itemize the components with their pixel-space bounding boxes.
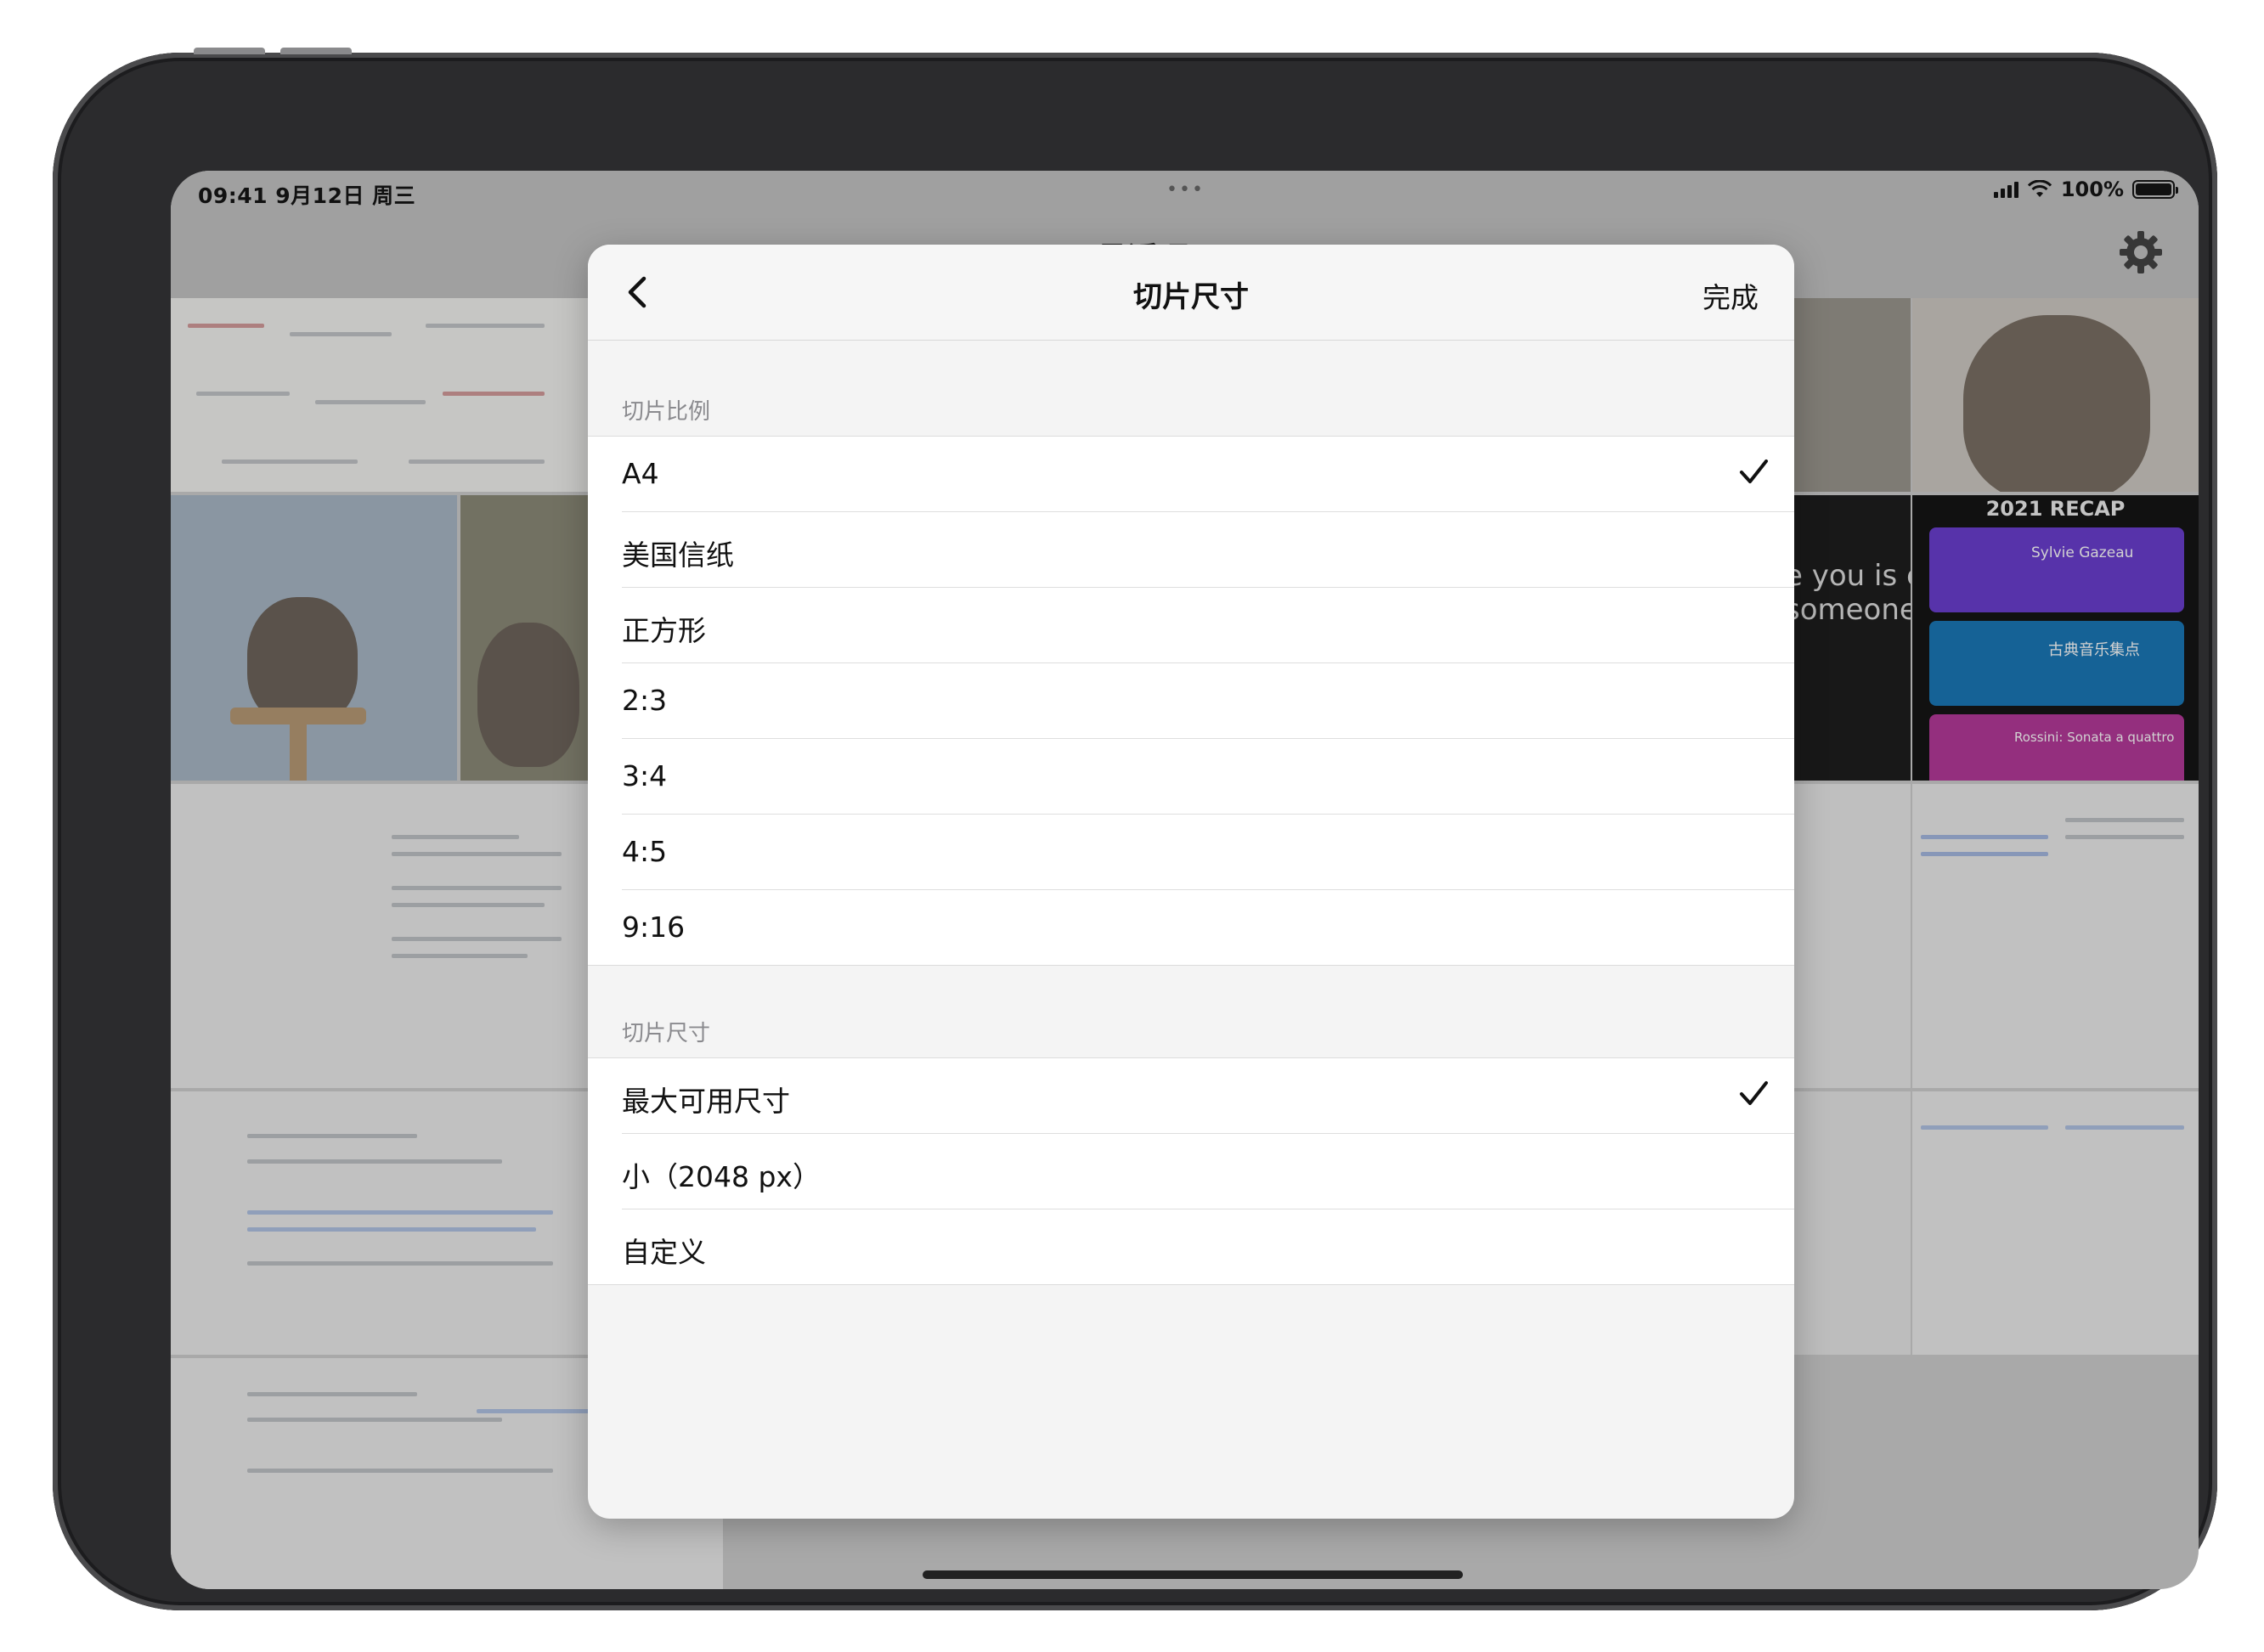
list-item-us-letter[interactable]: 美国信纸 — [622, 512, 1794, 588]
sheet-title: 切片尺寸 — [1133, 280, 1249, 314]
list-item-label: 9:16 — [622, 911, 686, 944]
list-item-3-4[interactable]: 3:4 — [622, 739, 1794, 815]
hardware-button — [194, 48, 265, 54]
status-time: 09:41 9月12日 周三 — [198, 183, 416, 208]
sheet-nav-bar: 切片尺寸 完成 — [588, 245, 1794, 341]
list-item-label: 小（2048 px） — [622, 1160, 821, 1193]
battery-percent: 100% — [2060, 178, 2124, 201]
list-item-label: 最大可用尺寸 — [622, 1085, 790, 1118]
list-item-a4[interactable]: A4 — [622, 437, 1794, 512]
multitasking-dots-icon[interactable]: ••• — [1166, 179, 1205, 200]
cellular-signal-icon — [1993, 181, 2018, 198]
list-item-label: 正方形 — [622, 614, 706, 647]
list-item-square[interactable]: 正方形 — [622, 588, 1794, 663]
list-item-small[interactable]: 小（2048 px） — [622, 1134, 1794, 1209]
section-header-ratio: 切片比例 — [622, 399, 711, 425]
ratio-list: A4 美国信纸 正方形 2:3 3:4 4:5 9:16 — [588, 436, 1794, 966]
list-item-custom[interactable]: 自定义 — [622, 1209, 1794, 1284]
status-bar: 09:41 9月12日 周三 ••• 100% — [171, 171, 2199, 213]
done-button[interactable]: 完成 — [1702, 275, 1759, 316]
list-item-label: 3:4 — [622, 759, 668, 792]
section-header-size: 切片尺寸 — [622, 1021, 711, 1046]
list-item-label: 2:3 — [622, 684, 668, 717]
screen: 09:41 9月12日 周三 ••• 100% 最近项目 — [171, 171, 2199, 1589]
list-item-max-size[interactable]: 最大可用尺寸 — [622, 1058, 1794, 1134]
checkmark-icon — [1740, 1081, 1768, 1105]
status-right: 100% — [1993, 178, 2178, 201]
list-item-9-16[interactable]: 9:16 — [622, 890, 1794, 965]
list-item-2-3[interactable]: 2:3 — [622, 663, 1794, 739]
checkmark-icon — [1740, 460, 1768, 483]
hardware-button — [280, 48, 352, 54]
wifi-icon — [2027, 180, 2052, 197]
list-item-label: 美国信纸 — [622, 538, 734, 572]
size-list: 最大可用尺寸 小（2048 px） 自定义 — [588, 1057, 1794, 1285]
ipad-frame: 09:41 9月12日 周三 ••• 100% 最近项目 — [53, 53, 2217, 1610]
list-item-label: A4 — [622, 457, 659, 490]
home-indicator[interactable] — [923, 1570, 1463, 1579]
battery-icon — [2132, 180, 2178, 199]
list-item-4-5[interactable]: 4:5 — [622, 815, 1794, 890]
list-item-label: 自定义 — [622, 1236, 706, 1269]
slice-size-sheet: 切片尺寸 完成 切片比例 A4 美国信纸 正方形 2:3 3:4 4:5 9:1… — [588, 245, 1794, 1519]
list-item-label: 4:5 — [622, 835, 668, 868]
